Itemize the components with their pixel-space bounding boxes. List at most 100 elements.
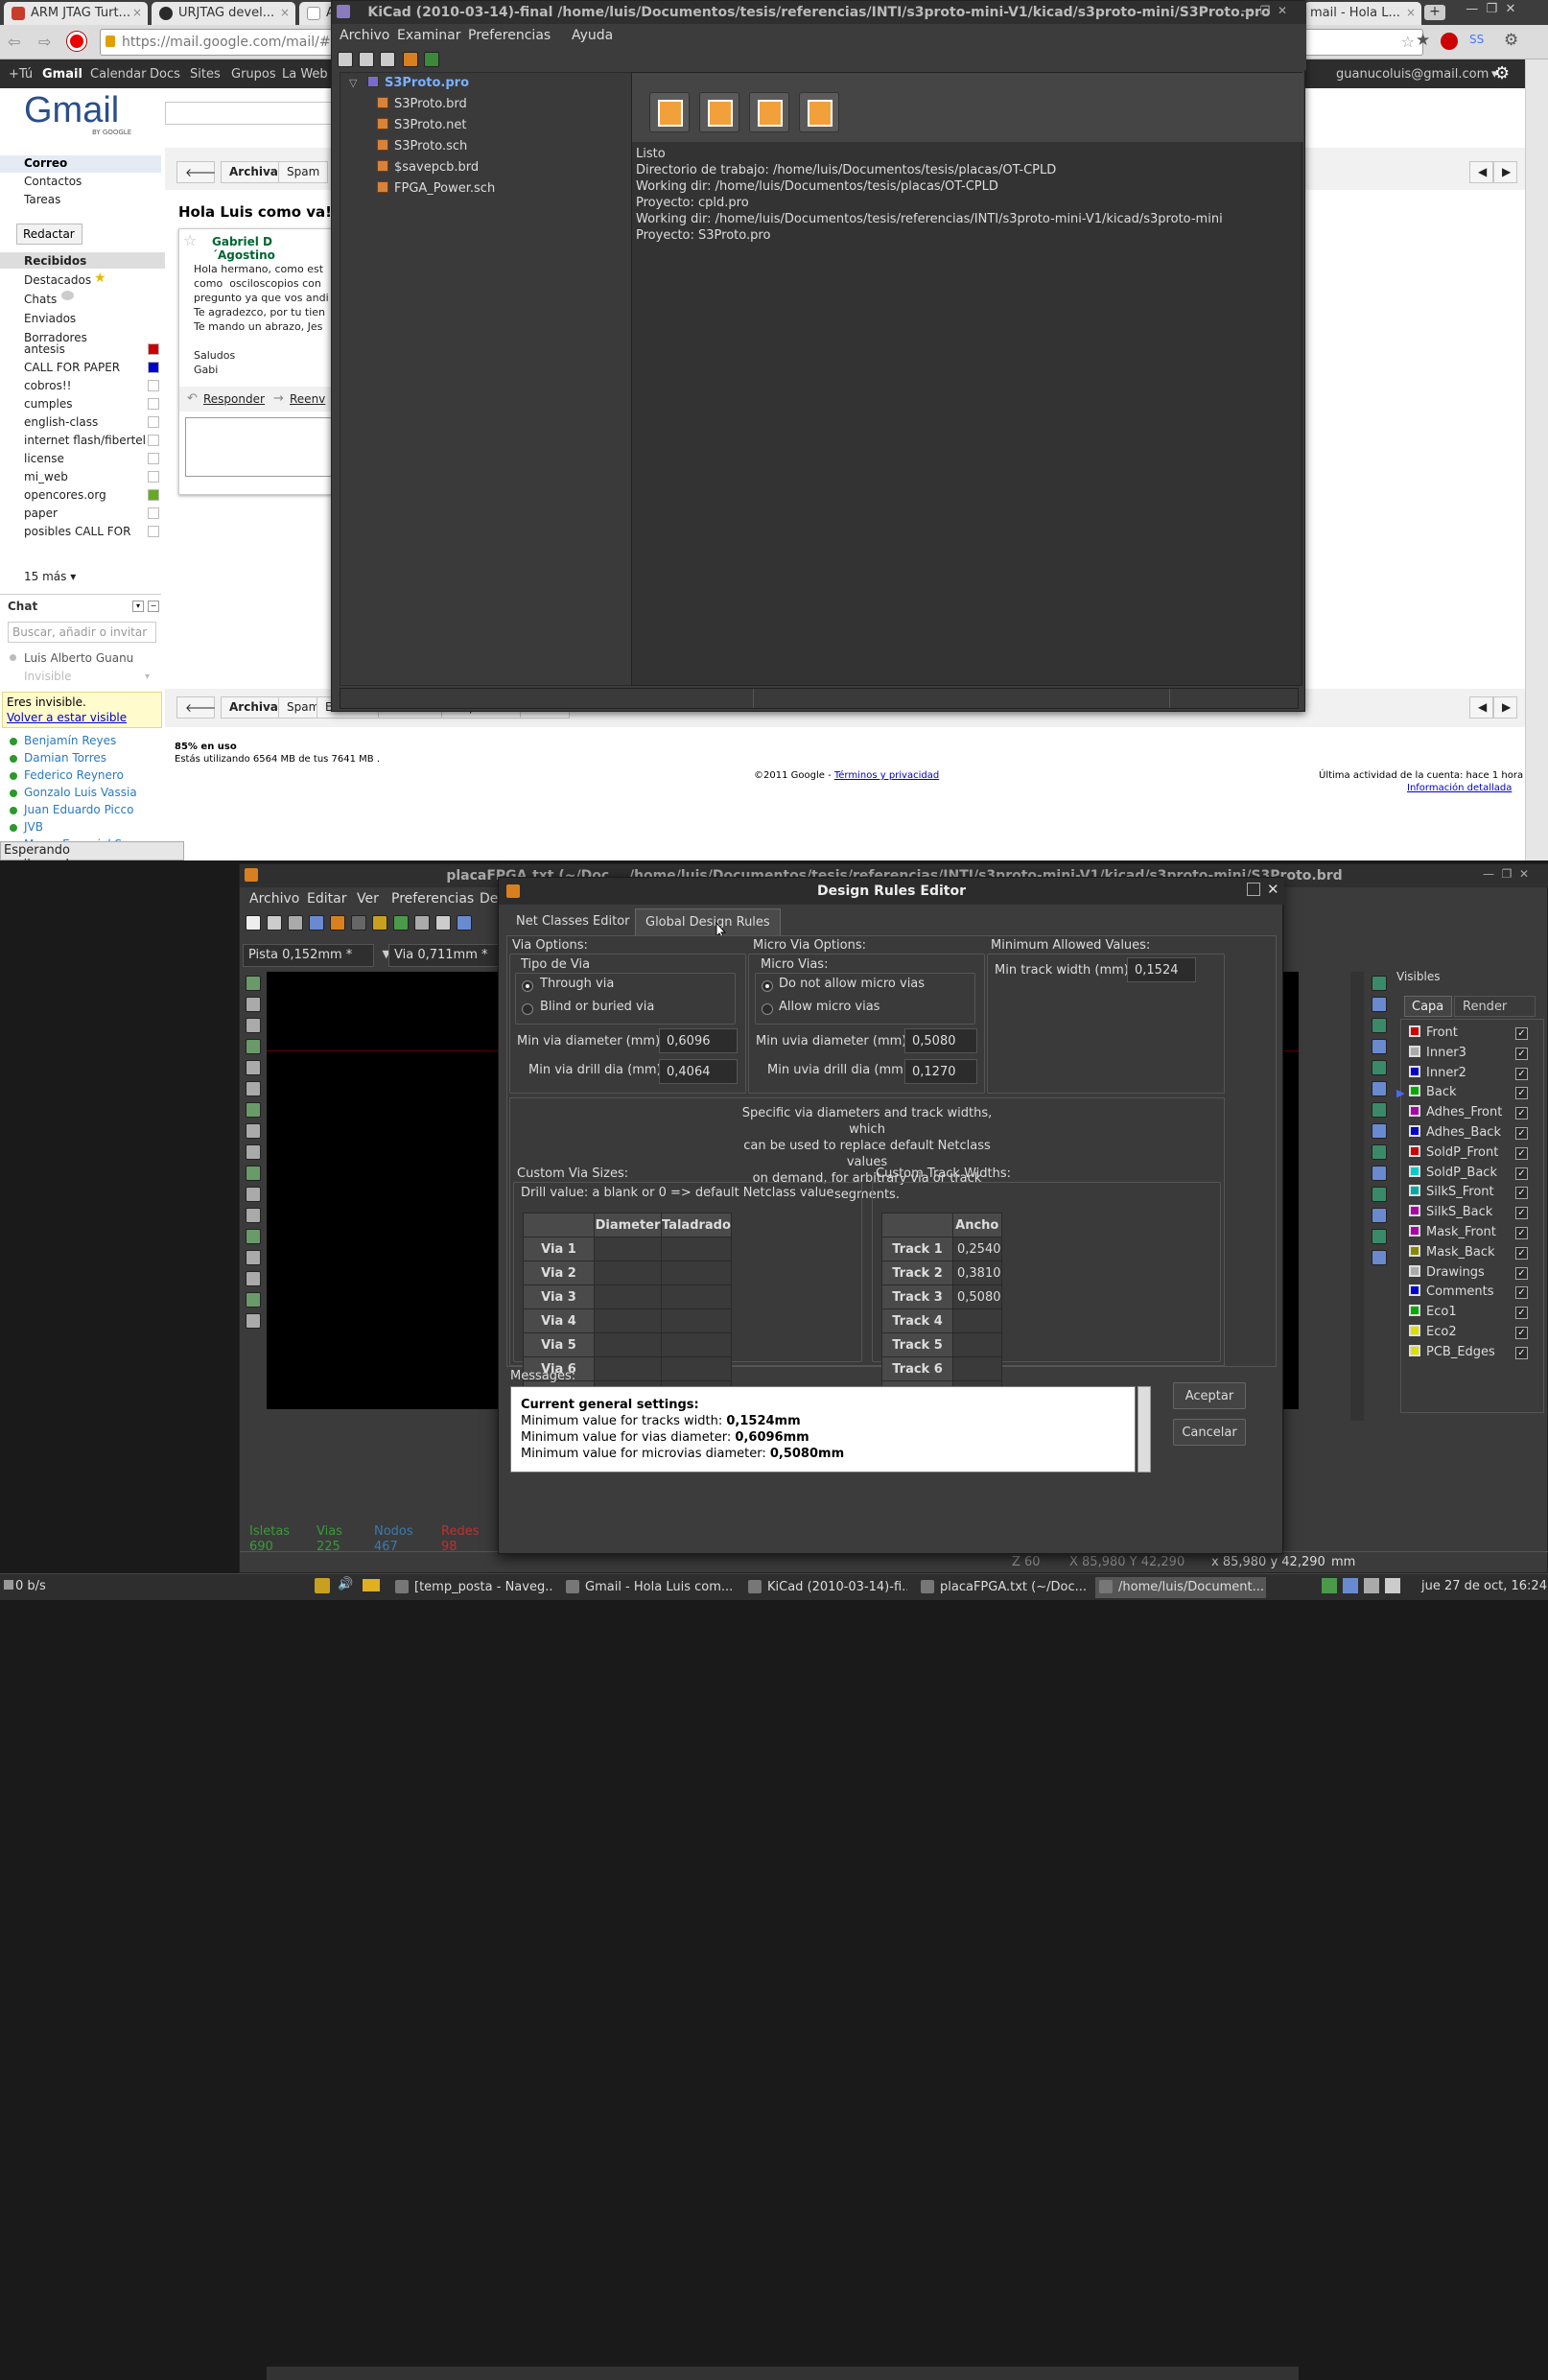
- tab-net-classes[interactable]: Net Classes Editor: [506, 908, 640, 935]
- grid-cell[interactable]: [661, 1332, 732, 1357]
- maximize-icon[interactable]: [1247, 883, 1260, 896]
- task-button[interactable]: Gmail - Hola Luis com...: [562, 1577, 735, 1598]
- nav-contacts[interactable]: Contactos: [24, 175, 82, 188]
- browser-tab[interactable]: ARM JTAG Turt... ×: [4, 2, 148, 25]
- tray-icon[interactable]: [1343, 1578, 1358, 1593]
- chat-contact[interactable]: Gonzalo Luis Vassia: [24, 786, 137, 799]
- folder-starred[interactable]: Destacados: [24, 273, 91, 287]
- module-ratsnest-icon[interactable]: [246, 1123, 261, 1139]
- module-sketch-icon[interactable]: [246, 1313, 261, 1329]
- chat-contact[interactable]: JVB: [24, 820, 43, 834]
- tool-10-icon[interactable]: [1372, 1187, 1387, 1202]
- star-icon[interactable]: ☆: [1401, 33, 1415, 51]
- folder-inbox[interactable]: Recibidos: [24, 254, 86, 268]
- layer-visible-checkbox[interactable]: ✓: [1515, 1346, 1528, 1359]
- label-color-swatch[interactable]: [148, 343, 159, 355]
- hc-mode-icon[interactable]: [246, 1229, 261, 1244]
- grid-cell[interactable]: [594, 1308, 662, 1333]
- reply-box[interactable]: [185, 417, 339, 477]
- back-icon[interactable]: ⇦: [8, 33, 20, 51]
- details-link[interactable]: Información detallada: [1407, 783, 1512, 793]
- label-color-swatch[interactable]: [148, 526, 159, 537]
- task-button[interactable]: KiCad (2010-03-14)-fi...: [744, 1577, 907, 1598]
- inch-icon[interactable]: [246, 1039, 261, 1054]
- close-icon[interactable]: ×: [132, 6, 142, 19]
- compose-button[interactable]: Redactar: [16, 224, 82, 245]
- reply-link[interactable]: Responder: [203, 392, 265, 406]
- grid-cell[interactable]: [661, 1308, 732, 1333]
- layer-row[interactable]: Drawings: [1409, 1264, 1485, 1280]
- more-labels-link[interactable]: 15 más ▾: [24, 570, 76, 583]
- drc-icon[interactable]: [246, 976, 261, 991]
- tool-3-icon[interactable]: [1372, 1039, 1387, 1054]
- chat-search-input[interactable]: Buscar, añadir o invitar: [8, 622, 156, 643]
- grid-cell[interactable]: 0,5080: [952, 1284, 1002, 1309]
- layer-color-swatch[interactable]: [1409, 1065, 1420, 1077]
- h-scrollbar[interactable]: [267, 2367, 1299, 2380]
- open-project-icon[interactable]: [359, 52, 374, 67]
- blind-via-radio[interactable]: [522, 1003, 533, 1015]
- stop-icon[interactable]: [67, 32, 86, 51]
- pcbnew-icon[interactable]: [749, 92, 789, 132]
- layer-row[interactable]: SilkS_Back: [1409, 1205, 1492, 1219]
- layer-color-swatch[interactable]: [1409, 1085, 1420, 1097]
- menu-preferencias[interactable]: Preferencias: [468, 28, 551, 43]
- through-via-radio[interactable]: [522, 980, 533, 992]
- layer-color-swatch[interactable]: [1409, 1045, 1420, 1057]
- min-via-diameter-field[interactable]: 0,6096: [659, 1028, 738, 1053]
- layer-color-swatch[interactable]: [1409, 1025, 1420, 1037]
- redo-icon[interactable]: [393, 915, 409, 931]
- layer-visible-checkbox[interactable]: ✓: [1515, 1146, 1528, 1160]
- gbar-link[interactable]: Calendar: [90, 67, 146, 82]
- layer-row[interactable]: Inner3: [1409, 1045, 1466, 1060]
- label-5[interactable]: internet flash/fibertel: [24, 434, 146, 447]
- close-icon[interactable]: ×: [280, 6, 290, 19]
- layer-row[interactable]: SoldP_Back: [1409, 1165, 1497, 1180]
- grid-cell[interactable]: 0,2540: [952, 1237, 1002, 1261]
- grid-cell[interactable]: [661, 1284, 732, 1309]
- label-4[interactable]: english-class: [24, 415, 98, 429]
- search-input[interactable]: [165, 102, 347, 125]
- label-6[interactable]: license: [24, 452, 64, 465]
- task-button[interactable]: placaFPGA.txt (~/Doc...: [917, 1577, 1086, 1598]
- min-uvia-diameter-field[interactable]: 0,5080: [904, 1028, 977, 1053]
- folder-icon[interactable]: [363, 1579, 380, 1591]
- cursor-icon[interactable]: [246, 1081, 261, 1096]
- chat-contact[interactable]: Federico Reynero: [24, 768, 124, 782]
- menu-examinar[interactable]: Examinar: [397, 28, 460, 43]
- layer-color-swatch[interactable]: [1409, 1325, 1420, 1336]
- layer-visible-checkbox[interactable]: ✓: [1515, 1227, 1528, 1239]
- tab-layers[interactable]: Capa: [1404, 996, 1452, 1017]
- nav-tasks[interactable]: Tareas: [24, 193, 60, 206]
- task-button[interactable]: /home/luis/Document...: [1095, 1577, 1266, 1598]
- bookmark-icon[interactable]: ★: [1416, 31, 1430, 50]
- label-color-swatch[interactable]: [148, 398, 159, 410]
- label-9[interactable]: paper: [24, 507, 58, 520]
- clock[interactable]: jue 27 de oct, 16:24: [1421, 1579, 1547, 1593]
- label-0[interactable]: antesis: [24, 342, 65, 356]
- tray-icon[interactable]: [315, 1578, 330, 1593]
- layer-visible-checkbox[interactable]: ✓: [1515, 1067, 1528, 1080]
- layer-color-swatch[interactable]: [1409, 1125, 1420, 1137]
- tool-5-icon[interactable]: [1372, 1081, 1387, 1096]
- layer-visible-checkbox[interactable]: ✓: [1515, 1207, 1528, 1220]
- layer-visible-checkbox[interactable]: ✓: [1515, 1246, 1528, 1260]
- become-visible-link[interactable]: Volver a estar visible: [7, 711, 127, 724]
- label-color-swatch[interactable]: [148, 435, 159, 446]
- tool-11-icon[interactable]: [1372, 1208, 1387, 1223]
- star-icon[interactable]: ☆: [183, 231, 197, 249]
- ratsnest-icon[interactable]: [246, 1102, 261, 1118]
- open-icon[interactable]: [267, 915, 282, 931]
- grid-cell[interactable]: [661, 1237, 732, 1261]
- grid-cell[interactable]: [594, 1356, 662, 1381]
- label-color-swatch[interactable]: [148, 489, 159, 501]
- tree-file[interactable]: $savepcb.brd: [377, 160, 479, 175]
- chevron-down-icon[interactable]: ▾: [145, 672, 150, 682]
- pad-sketch-icon[interactable]: [246, 1292, 261, 1308]
- layers-manager-icon[interactable]: [246, 1271, 261, 1286]
- layer-visible-checkbox[interactable]: ✓: [1515, 1027, 1528, 1040]
- label-color-swatch[interactable]: [148, 453, 159, 464]
- tree-project[interactable]: S3Proto.pro: [367, 76, 469, 90]
- label-color-swatch[interactable]: [148, 380, 159, 391]
- layer-visible-checkbox[interactable]: ✓: [1515, 1187, 1528, 1200]
